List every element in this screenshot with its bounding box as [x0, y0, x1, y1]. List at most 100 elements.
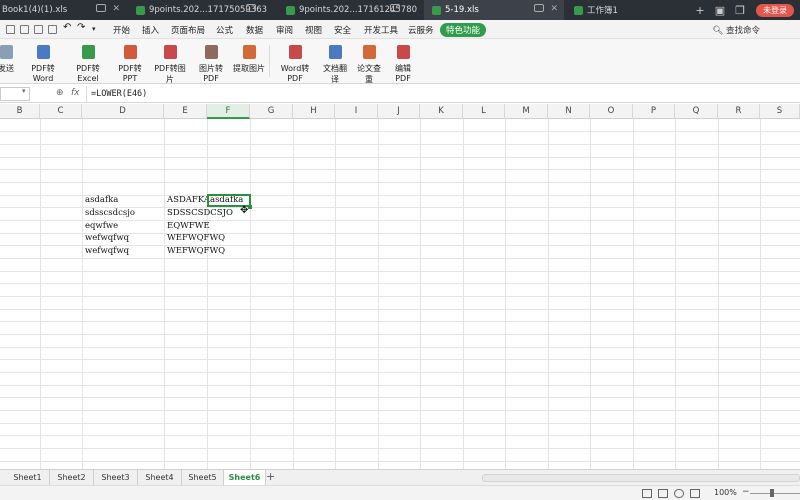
page-layout-icon[interactable] [658, 489, 668, 498]
column-header[interactable]: O [590, 104, 633, 119]
plagiarism-check-button[interactable]: 论文查重 [354, 45, 384, 85]
add-sheet-button[interactable]: + [266, 470, 275, 485]
close-icon[interactable]: ✕ [112, 4, 120, 14]
restore-icon[interactable]: ▣ [710, 4, 730, 17]
doc-tab-5-19[interactable]: 5-19.xls ✕ [424, 0, 564, 20]
menu-security[interactable]: 安全 [334, 24, 351, 36]
login-button[interactable]: 未登录 [756, 3, 794, 17]
image-pdf-icon [204, 45, 218, 59]
menu-view[interactable]: 视图 [305, 24, 322, 36]
column-header[interactable]: C [40, 104, 82, 119]
edit-pdf-button[interactable]: 编辑PDF [388, 45, 418, 83]
gridline [675, 119, 676, 469]
ribbon-label: PDF转PPT [118, 64, 142, 83]
cell-d[interactable]: wefwqfwq [83, 232, 163, 245]
fullscreen-icon[interactable] [690, 489, 700, 498]
word-pdf-icon [288, 45, 302, 59]
save-icon[interactable] [6, 25, 15, 34]
cell-d[interactable]: asdafka [83, 194, 163, 207]
column-header[interactable]: I [335, 104, 378, 119]
sheet-tab[interactable]: Sheet4 [138, 470, 182, 485]
menu-start[interactable]: 开始 [113, 24, 130, 36]
gridline [548, 119, 549, 469]
normal-view-icon[interactable] [642, 489, 652, 498]
extract-image-button[interactable]: 提取图片 [233, 45, 265, 74]
fill-handle[interactable] [248, 205, 252, 209]
chevron-down-icon[interactable]: ▾ [22, 87, 26, 95]
monitor-icon[interactable] [534, 4, 544, 12]
cell-e[interactable]: WEFWQFWQ [165, 232, 255, 245]
column-header[interactable]: Q [675, 104, 718, 119]
zoom-icon[interactable]: ⊕ [56, 88, 64, 98]
menu-developer[interactable]: 开发工具 [364, 24, 398, 36]
ribbon-label: 图片转PDF [199, 64, 223, 83]
send-button[interactable]: 发送 [0, 45, 16, 74]
column-header[interactable]: D [82, 104, 164, 119]
monitor-icon[interactable] [246, 4, 256, 12]
read-mode-icon[interactable] [674, 489, 684, 498]
word-to-pdf-button[interactable]: Word转PDF [274, 45, 316, 83]
cell-d[interactable]: sdsscsdcsjo [83, 207, 163, 220]
column-header[interactable]: J [378, 104, 420, 119]
cell-d[interactable]: wefwqfwq [83, 245, 163, 258]
translate-button[interactable]: 文档翻译 [320, 45, 350, 85]
column-header[interactable]: K [420, 104, 463, 119]
sheet-file-icon [432, 5, 441, 15]
plagiarism-icon [362, 45, 376, 59]
search-command[interactable]: 🔍︎ 查找命令 [712, 24, 760, 36]
zoom-slider[interactable] [750, 493, 800, 494]
print-icon[interactable] [34, 25, 43, 34]
doc-tab-book1[interactable]: Book1(4)(1).xls ✕ [0, 0, 126, 20]
menu-special[interactable]: 特色功能 [440, 23, 487, 37]
redo-icon[interactable]: ↷ [77, 22, 85, 33]
close-icon[interactable]: ✕ [550, 4, 558, 14]
column-header[interactable]: B [0, 104, 40, 119]
sheet-tab-active[interactable]: Sheet6 [224, 470, 266, 485]
doc-tab-workbook1[interactable]: 工作簿1 [566, 0, 706, 20]
doc-tab-9points-2[interactable]: 9points.202...17161245780 [278, 0, 420, 20]
column-header[interactable]: S [760, 104, 800, 119]
column-header[interactable]: P [633, 104, 675, 119]
image-to-pdf-button[interactable]: 图片转PDF [192, 45, 230, 83]
new-tab-icon[interactable]: + [690, 4, 710, 17]
column-header[interactable]: M [505, 104, 548, 119]
function-icon[interactable]: fx [71, 88, 80, 98]
monitor-icon[interactable] [390, 4, 400, 12]
cell-e[interactable]: WEFWQFWQ [165, 245, 255, 258]
column-header[interactable]: L [463, 104, 505, 119]
column-header-selected[interactable]: F [207, 104, 250, 119]
menu-data[interactable]: 数据 [246, 24, 263, 36]
pdf-to-image-button[interactable]: PDF转图片 [152, 45, 188, 85]
horizontal-scrollbar[interactable] [482, 474, 800, 482]
column-header[interactable]: E [164, 104, 207, 119]
menu-page-layout[interactable]: 页面布局 [171, 24, 205, 36]
column-header[interactable]: N [548, 104, 590, 119]
zoom-out-icon[interactable]: − [742, 487, 750, 497]
sheet-tab[interactable]: Sheet1 [6, 470, 50, 485]
pdf-to-excel-button[interactable]: PDF转Excel [68, 45, 108, 83]
more-icon[interactable]: ▾ [92, 25, 96, 33]
pdf-to-ppt-button[interactable]: PDF转PPT [112, 45, 148, 83]
sheet-tab[interactable]: Sheet3 [94, 470, 138, 485]
window-icon[interactable]: ❐ [730, 4, 750, 17]
pdf-to-word-button[interactable]: PDF转Word [22, 45, 64, 83]
formula-input[interactable]: =LOWER(E46) [86, 86, 800, 102]
menu-review[interactable]: 审阅 [276, 24, 293, 36]
menu-formula[interactable]: 公式 [216, 24, 233, 36]
column-header[interactable]: G [250, 104, 293, 119]
column-header[interactable]: R [718, 104, 760, 119]
sheet-tab[interactable]: Sheet2 [50, 470, 94, 485]
menu-cloud[interactable]: 云服务 [408, 24, 434, 36]
export-icon[interactable] [20, 25, 29, 34]
ribbon-label: PDF转Word [31, 64, 55, 83]
column-header[interactable]: H [293, 104, 335, 119]
zoom-level[interactable]: 100% [714, 488, 737, 497]
zoom-slider-knob[interactable] [770, 489, 774, 497]
monitor-icon[interactable] [96, 4, 106, 12]
menu-insert[interactable]: 插入 [142, 24, 159, 36]
preview-icon[interactable] [48, 25, 57, 34]
undo-icon[interactable]: ↶ [63, 22, 71, 33]
sheet-tab[interactable]: Sheet5 [182, 470, 224, 485]
doc-tab-9points-1[interactable]: 9points.202...17175059363 [128, 0, 276, 20]
cell-area[interactable]: asdafka sdsscsdcsjo eqwfwe wefwqfwq wefw… [0, 119, 800, 469]
